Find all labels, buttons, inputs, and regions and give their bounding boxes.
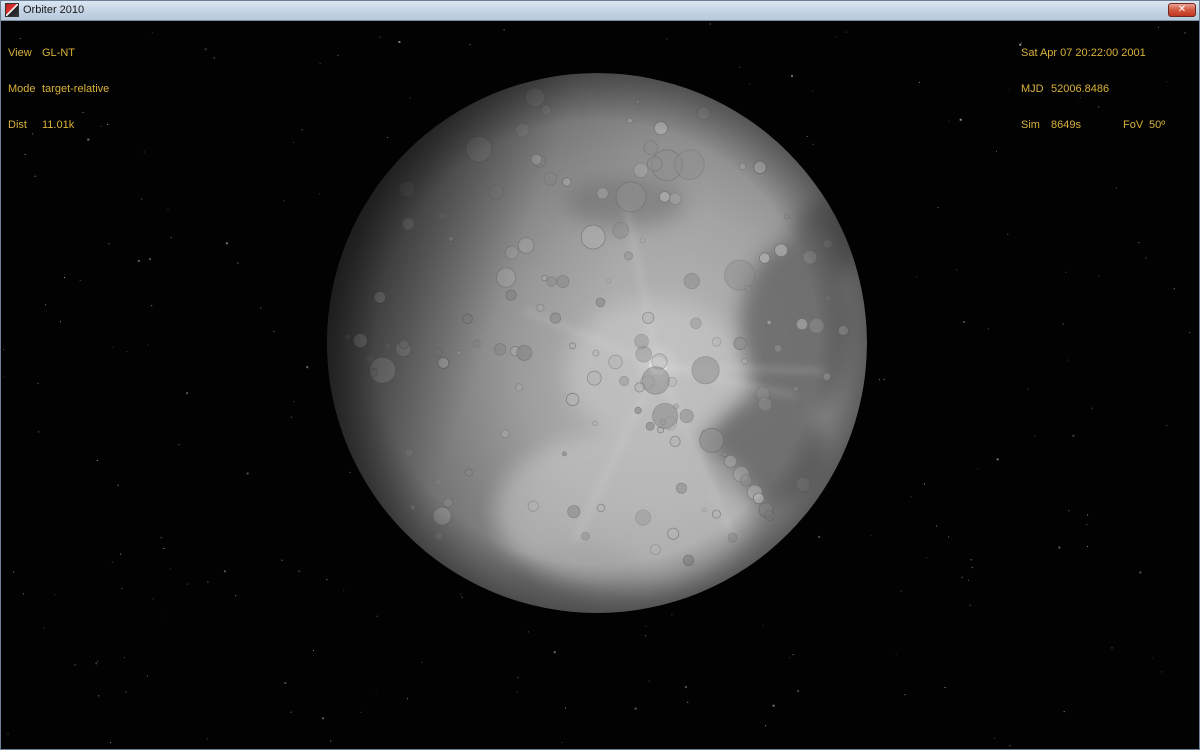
hud-sim-value: 8649s: [1051, 119, 1081, 131]
orbiter-window: Orbiter 2010 ✕ View GL-NT Mode target-re…: [0, 0, 1200, 750]
hud-view-value: GL-NT: [42, 47, 75, 59]
hud-mjd-label: MJD: [1021, 83, 1044, 95]
hud-dist-value: 11.01k: [42, 119, 75, 131]
window-title: Orbiter 2010: [23, 4, 85, 16]
hud-view-label: View: [8, 47, 32, 59]
hud-datetime: Sat Apr 07 20:22:00 2001: [1021, 47, 1146, 59]
hud-dist-label: Dist: [8, 119, 27, 131]
hud-fov-label: FoV: [1123, 119, 1144, 131]
hud-time-info: Sat Apr 07 20:22:00 2001 MJD 52006.8486 S…: [1021, 23, 1165, 155]
hud-mjd-value: 52006.8486: [1051, 83, 1110, 95]
hud-mode-label: Mode: [8, 83, 36, 95]
hud-sim-label: Sim: [1021, 119, 1040, 131]
hud-mode-value: target-relative: [42, 83, 110, 95]
hud-camera-info: View GL-NT Mode target-relative Dist 11.01k: [8, 23, 109, 155]
hud-fov-value: 50º: [1149, 119, 1166, 131]
close-button[interactable]: ✕: [1168, 3, 1196, 17]
orbiter-logo-icon[interactable]: [5, 3, 19, 17]
moon-planet: [325, 71, 869, 619]
title-bar[interactable]: Orbiter 2010 ✕: [1, 1, 1199, 21]
render-viewport[interactable]: View GL-NT Mode target-relative Dist 11.01k…: [3, 21, 1199, 749]
